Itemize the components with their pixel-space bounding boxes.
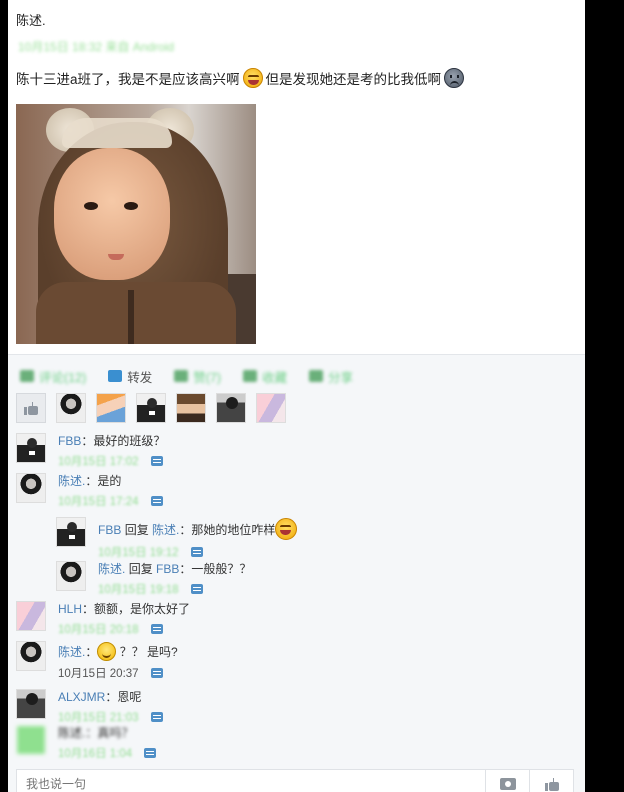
comment-icon (20, 370, 34, 382)
avatar[interactable] (56, 561, 86, 591)
smile-emoji-icon (97, 642, 117, 661)
reply-icon[interactable] (190, 584, 203, 594)
comment-item: 陈述.：是的 10月15日 17:24 (16, 473, 163, 509)
likers-row (16, 393, 286, 423)
comment-text: 陈述.： ？？ 是吗? (58, 641, 178, 661)
comment-time: 10月15日 17:02 (58, 456, 139, 468)
avatar[interactable] (16, 433, 46, 463)
collect-icon (243, 370, 258, 382)
comment-user[interactable]: 陈述. (58, 474, 85, 488)
avatar[interactable] (16, 689, 46, 719)
avatar[interactable] (256, 393, 286, 423)
post-author[interactable]: 陈述. (16, 10, 46, 29)
like-button[interactable] (16, 393, 46, 423)
like-icon (174, 370, 189, 382)
post-meta: 10月15日 18:32 来自 Android (18, 40, 175, 54)
comment-time: 10月15日 20:37 (58, 668, 139, 680)
camera-button[interactable] (485, 770, 529, 792)
reply-icon[interactable] (150, 712, 163, 722)
camera-icon (499, 778, 516, 790)
comment-user[interactable]: FBB (58, 434, 81, 448)
post-text-part1: 陈十三进a班了，我是不是应该高兴啊 (16, 72, 240, 87)
comment-action[interactable]: 评论(12) (20, 367, 86, 386)
reply-target[interactable]: FBB (156, 562, 179, 576)
comment-time: 10月15日 21:03 (58, 712, 139, 724)
forward-action[interactable]: 转发 (108, 367, 152, 386)
reply-item: 陈述. 回复 FBB：一般般？？ 10月15日 19:18 (56, 561, 251, 597)
thumbs-up-icon (544, 778, 559, 791)
reply-icon[interactable] (150, 668, 163, 678)
right-background (585, 0, 624, 792)
post-photo[interactable] (16, 104, 256, 344)
laugh-emoji-icon (275, 518, 298, 540)
avatar[interactable] (56, 517, 86, 547)
thumbs-up-icon (24, 402, 38, 415)
comment-text: HLH：额额，是你太好了 (58, 602, 191, 616)
emoji-button[interactable] (529, 770, 573, 792)
post-text: 陈十三进a班了，我是不是应该高兴啊 但是发现她还是考的比我低啊 (16, 68, 465, 88)
comment-user[interactable]: 陈述. (58, 645, 85, 659)
avatar[interactable] (176, 393, 206, 423)
action-bar: 评论(12) 转发 赞(7) 收藏 分享 (20, 365, 560, 387)
comment-text: 陈述.：真吗？ (58, 726, 134, 740)
avatar[interactable] (16, 601, 46, 631)
collect-action[interactable]: 收藏 (243, 367, 287, 386)
comment-text: ALXJMR：恩呢 (58, 690, 142, 704)
comment-item: FBB：最好的班级？ 10月15日 17:02 (16, 433, 165, 469)
sad-emoji-icon (444, 68, 465, 88)
reply-target[interactable]: 陈述. (152, 523, 179, 537)
comment-time: 10月15日 19:18 (98, 584, 179, 596)
left-border (0, 0, 8, 792)
comment-user[interactable]: 陈述. (58, 726, 85, 740)
comment-time: 10月15日 20:18 (58, 624, 139, 636)
comment-text: 陈述. 回复 FBB：一般般？？ (98, 562, 252, 576)
share-icon (309, 370, 324, 382)
laugh-emoji-icon (242, 68, 263, 88)
comment-time: 10月15日 19:12 (98, 547, 179, 559)
comment-user[interactable]: FBB (98, 523, 121, 537)
reply-item: FBB 回复 陈述.：那她的地位咋样 10月15日 19:12 (56, 517, 298, 560)
avatar[interactable] (16, 473, 46, 503)
comment-text: FBB 回复 陈述.：那她的地位咋样 (98, 517, 298, 540)
comment-input-row (16, 769, 574, 792)
avatar[interactable] (136, 393, 166, 423)
reply-icon[interactable] (150, 456, 163, 466)
reply-icon[interactable] (150, 624, 163, 634)
comment-time: 10月16日 1:04 (58, 748, 133, 760)
comment-user[interactable]: 陈述. (98, 562, 125, 576)
comment-item: HLH：额额，是你太好了 10月15日 20:18 (16, 601, 190, 637)
interaction-area: 评论(12) 转发 赞(7) 收藏 分享 FBB：最好的班级？ 10月15日 1… (8, 354, 585, 792)
avatar[interactable] (16, 641, 46, 671)
avatar[interactable] (16, 725, 46, 755)
reply-icon[interactable] (144, 748, 157, 758)
share-action[interactable]: 分享 (309, 367, 353, 386)
forward-icon (108, 370, 123, 382)
comment-text: FBB：最好的班级？ (58, 434, 166, 448)
comment-user[interactable]: ALXJMR (58, 690, 105, 704)
comment-item: ALXJMR：恩呢 10月15日 21:03 (16, 689, 163, 725)
comment-user[interactable]: HLH (58, 602, 82, 616)
comment-input[interactable] (17, 770, 485, 792)
avatar[interactable] (56, 393, 86, 423)
reply-icon[interactable] (190, 547, 203, 557)
reply-icon[interactable] (150, 496, 163, 506)
comment-item: 陈述.：真吗？ 10月16日 1:04 (16, 725, 157, 761)
comment-time: 10月15日 17:24 (58, 496, 139, 508)
post-card: 陈述. 10月15日 18:32 来自 Android 陈十三进a班了，我是不是… (8, 0, 585, 792)
avatar[interactable] (96, 393, 126, 423)
comment-text: 陈述.：是的 (58, 474, 122, 488)
like-action[interactable]: 赞(7) (174, 367, 221, 386)
avatar[interactable] (216, 393, 246, 423)
post-text-part2: 但是发现她还是考的比我低啊 (265, 72, 442, 87)
comment-item: 陈述.： ？？ 是吗? 10月15日 20:37 (16, 641, 178, 681)
